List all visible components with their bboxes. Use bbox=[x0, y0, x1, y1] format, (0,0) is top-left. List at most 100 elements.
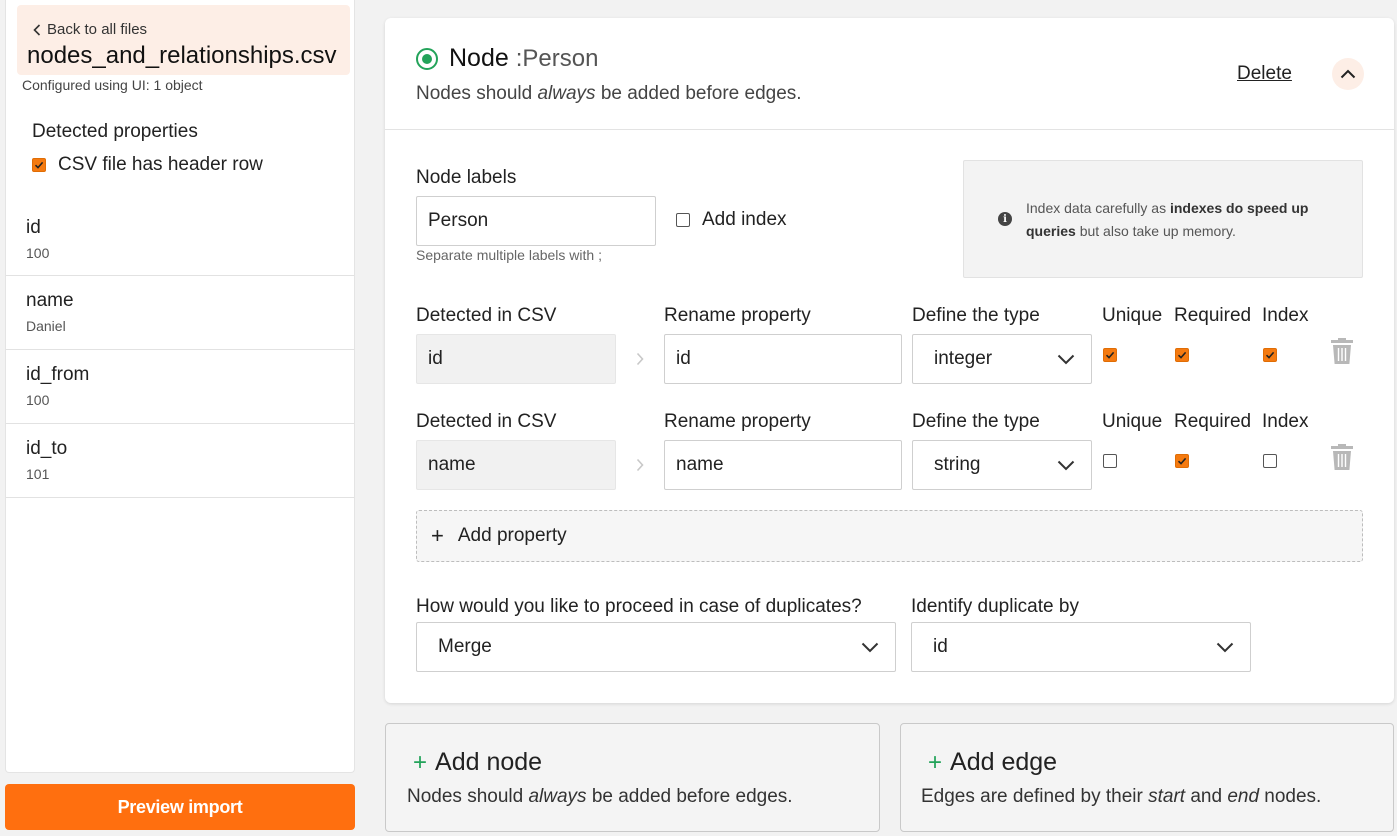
list-item[interactable]: id 100 bbox=[6, 203, 354, 276]
identify-duplicate-select[interactable]: id bbox=[911, 622, 1251, 672]
node-labels-label: Node labels bbox=[416, 167, 517, 188]
type-column-label: Define the type bbox=[912, 305, 1040, 326]
add-index-checkbox[interactable] bbox=[676, 213, 690, 227]
description-emphasis: always bbox=[528, 786, 587, 807]
add-edge-title: + Add edge bbox=[928, 748, 1057, 777]
index-column-label: Index bbox=[1262, 411, 1309, 432]
info-text-start: Index data carefully as bbox=[1026, 200, 1170, 216]
detected-property-field bbox=[416, 440, 616, 490]
duplicates-label: How would you like to proceed in case of… bbox=[416, 596, 862, 617]
property-sample-value: Daniel bbox=[26, 318, 66, 334]
type-select-value: string bbox=[934, 454, 981, 475]
type-select[interactable]: integer bbox=[912, 334, 1092, 384]
chevron-down-icon bbox=[1057, 460, 1075, 471]
index-info-box: i Index data carefully as indexes do spe… bbox=[963, 160, 1363, 278]
check-icon bbox=[1177, 457, 1187, 465]
back-link[interactable]: Back to all files bbox=[33, 21, 147, 38]
description-text: Edges are defined by their bbox=[921, 786, 1149, 807]
add-node-description: Nodes should always be added before edge… bbox=[407, 786, 793, 808]
header-row-checkbox[interactable] bbox=[32, 158, 46, 172]
add-node-label: Add node bbox=[435, 748, 543, 776]
list-item[interactable]: id_from 100 bbox=[6, 350, 354, 424]
add-index-option[interactable]: Add index bbox=[676, 209, 787, 231]
node-card: Node :Person Nodes should always be adde… bbox=[385, 18, 1394, 703]
property-sample-value: 100 bbox=[26, 392, 50, 408]
index-info-text: Index data carefully as indexes do speed… bbox=[1026, 197, 1346, 243]
required-checkbox[interactable] bbox=[1175, 348, 1189, 362]
add-index-label: Add index bbox=[702, 209, 787, 230]
back-link-label: Back to all files bbox=[47, 21, 148, 38]
type-select[interactable]: string bbox=[912, 440, 1092, 490]
plus-icon: + bbox=[431, 523, 444, 548]
unique-checkbox[interactable] bbox=[1103, 454, 1117, 468]
node-title-text: Node bbox=[449, 44, 509, 72]
identify-duplicate-label: Identify duplicate by bbox=[911, 596, 1079, 617]
rename-property-input[interactable] bbox=[664, 334, 902, 384]
check-icon bbox=[1177, 351, 1187, 359]
duplicates-select[interactable]: Merge bbox=[416, 622, 896, 672]
required-column-label: Required bbox=[1174, 305, 1252, 326]
unique-checkbox[interactable] bbox=[1103, 348, 1117, 362]
subtitle-emphasis: always bbox=[537, 83, 596, 104]
header-row-option[interactable]: CSV file has header row bbox=[32, 154, 263, 176]
node-subtitle: Nodes should always be added before edge… bbox=[416, 83, 802, 105]
chevron-down-icon bbox=[861, 642, 879, 653]
trash-icon[interactable] bbox=[1330, 442, 1354, 472]
node-labels-input[interactable] bbox=[416, 196, 656, 246]
property-name: id bbox=[26, 217, 41, 238]
add-edge-card[interactable]: + Add edge Edges are defined by their st… bbox=[900, 723, 1394, 832]
chevron-right-icon bbox=[636, 458, 644, 472]
property-sample-value: 100 bbox=[26, 245, 50, 261]
subtitle-text-end: be added before edges. bbox=[595, 83, 802, 104]
sidebar: Back to all files nodes_and_relationship… bbox=[5, 0, 355, 773]
description-text: Nodes should bbox=[407, 786, 529, 807]
add-edge-label: Add edge bbox=[950, 748, 1058, 776]
check-icon bbox=[1265, 351, 1275, 359]
delete-node-link[interactable]: Delete bbox=[1237, 63, 1292, 85]
chevron-down-icon bbox=[1057, 354, 1075, 365]
rename-property-input[interactable] bbox=[664, 440, 902, 490]
duplicates-select-value: Merge bbox=[438, 636, 492, 657]
preview-import-button[interactable]: Preview import bbox=[5, 784, 355, 830]
description-emphasis-start: start bbox=[1148, 786, 1186, 807]
add-property-label: Add property bbox=[457, 525, 567, 546]
status-radio-icon bbox=[416, 48, 438, 70]
detected-column-label: Detected in CSV bbox=[416, 305, 557, 326]
property-name: name bbox=[26, 290, 74, 311]
index-checkbox[interactable] bbox=[1263, 454, 1277, 468]
configured-status: Configured using UI: 1 object bbox=[22, 77, 203, 93]
property-sample-value: 101 bbox=[26, 466, 50, 482]
subtitle-text: Nodes should bbox=[416, 83, 538, 104]
file-name: nodes_and_relationships.csv bbox=[27, 42, 337, 69]
property-name: id_to bbox=[26, 438, 68, 459]
info-text-end: but also take up memory. bbox=[1075, 223, 1236, 239]
type-column-label: Define the type bbox=[912, 411, 1040, 432]
detected-properties-list: id 100 name Daniel id_from 100 id_to 101 bbox=[6, 203, 354, 498]
index-checkbox[interactable] bbox=[1263, 348, 1277, 362]
node-card-header: Node :Person Nodes should always be adde… bbox=[385, 18, 1394, 130]
chevron-left-icon bbox=[33, 23, 41, 36]
description-text-end: be added before edges. bbox=[586, 786, 793, 807]
unique-column-label: Unique bbox=[1102, 305, 1163, 326]
add-node-title: + Add node bbox=[413, 748, 542, 777]
description-text-end: nodes. bbox=[1259, 786, 1322, 807]
chevron-right-icon bbox=[636, 352, 644, 366]
info-icon: i bbox=[998, 212, 1012, 226]
collapse-button[interactable] bbox=[1332, 58, 1364, 90]
node-title: Node :Person bbox=[449, 44, 598, 73]
rename-column-label: Rename property bbox=[664, 411, 811, 432]
description-emphasis-end: end bbox=[1227, 786, 1260, 807]
required-checkbox[interactable] bbox=[1175, 454, 1189, 468]
unique-column-label: Unique bbox=[1102, 411, 1163, 432]
check-icon bbox=[1105, 351, 1115, 359]
identify-duplicate-value: id bbox=[933, 636, 948, 657]
add-node-card[interactable]: + Add node Nodes should always be added … bbox=[385, 723, 880, 832]
header-row-label: CSV file has header row bbox=[58, 154, 263, 175]
property-name: id_from bbox=[26, 364, 90, 385]
plus-icon: + bbox=[413, 748, 428, 776]
trash-icon[interactable] bbox=[1330, 336, 1354, 366]
list-item[interactable]: id_to 101 bbox=[6, 424, 354, 498]
list-item[interactable]: name Daniel bbox=[6, 276, 354, 350]
add-property-button[interactable]: + Add property bbox=[416, 510, 1363, 562]
node-label-suffix: :Person bbox=[515, 45, 599, 72]
